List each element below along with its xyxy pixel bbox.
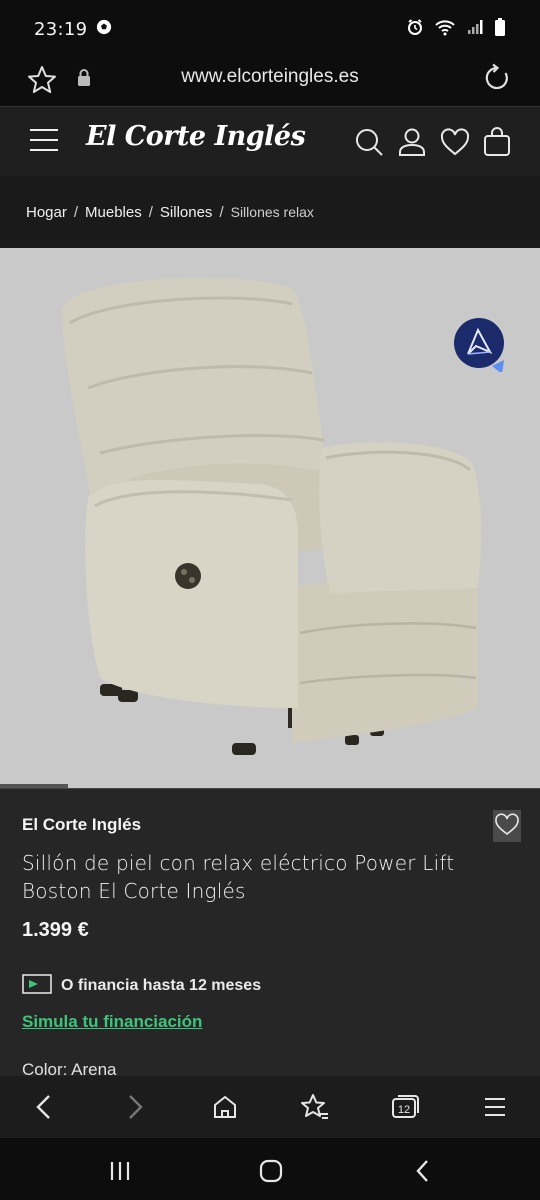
user-icon[interactable] bbox=[397, 127, 427, 161]
bookmarks-icon[interactable] bbox=[298, 1090, 332, 1124]
breadcrumb-item-hogar[interactable]: Hogar bbox=[26, 204, 67, 221]
breadcrumb-item-muebles[interactable]: Muebles bbox=[85, 204, 142, 221]
back-icon[interactable] bbox=[27, 1090, 61, 1124]
nav-back-icon[interactable] bbox=[408, 1156, 438, 1186]
system-nav-bar bbox=[0, 1138, 540, 1200]
status-time: 23:19 bbox=[34, 18, 88, 40]
card-icon bbox=[22, 974, 52, 998]
product-price: 1.399 € bbox=[22, 919, 89, 941]
alarm-icon bbox=[406, 18, 424, 40]
url-bar: www.elcorteingles.es bbox=[0, 58, 540, 106]
site-header: El Corte Inglés bbox=[0, 106, 540, 176]
finance-text: O financia hasta 12 meses bbox=[61, 977, 262, 994]
battery-icon bbox=[494, 17, 506, 41]
add-to-favorites-button[interactable] bbox=[493, 810, 521, 842]
product-info-panel: El Corte Inglés Sillón de piel con relax… bbox=[0, 788, 540, 1079]
heart-icon[interactable] bbox=[440, 127, 470, 161]
wifi-icon bbox=[434, 18, 456, 40]
home-icon[interactable] bbox=[208, 1090, 242, 1124]
status-bar: 23:19 bbox=[0, 0, 540, 58]
tabs-count: 12 bbox=[398, 1104, 410, 1116]
forward-icon[interactable] bbox=[118, 1090, 152, 1124]
home-circle-icon[interactable] bbox=[256, 1156, 286, 1186]
breadcrumb-item-sillones[interactable]: Sillones bbox=[160, 204, 213, 221]
signal-icon bbox=[466, 18, 484, 40]
heart-outline-icon bbox=[494, 812, 520, 840]
url-field[interactable]: www.elcorteingles.es bbox=[0, 66, 540, 88]
finance-row: O financia hasta 12 meses bbox=[22, 974, 261, 998]
soccer-ball-icon bbox=[95, 18, 113, 40]
browser-toolbar: 12 bbox=[0, 1076, 540, 1138]
tabs-icon[interactable]: 12 bbox=[388, 1090, 422, 1124]
breadcrumb-separator: / bbox=[219, 203, 224, 221]
site-logo[interactable]: El Corte Inglés bbox=[86, 121, 306, 152]
recents-icon[interactable] bbox=[105, 1156, 135, 1186]
simulate-financing-link[interactable]: Simula tu financiación bbox=[22, 1012, 202, 1032]
menu-icon[interactable] bbox=[30, 129, 60, 155]
product-title: Sillón de piel con relax eléctrico Power… bbox=[22, 851, 455, 903]
search-icon[interactable] bbox=[354, 127, 384, 161]
bag-icon[interactable] bbox=[482, 127, 512, 161]
browser-menu-icon[interactable] bbox=[478, 1090, 512, 1124]
breadcrumb-separator: / bbox=[73, 203, 79, 221]
ar-view-icon[interactable] bbox=[452, 318, 506, 374]
breadcrumb-separator: / bbox=[148, 203, 153, 221]
breadcrumb: Hogar / Muebles / Sillones / Sillones re… bbox=[0, 176, 540, 248]
reload-icon[interactable] bbox=[482, 63, 512, 97]
product-brand[interactable]: El Corte Inglés bbox=[22, 815, 141, 835]
breadcrumb-current[interactable]: Sillones relax bbox=[231, 204, 314, 220]
